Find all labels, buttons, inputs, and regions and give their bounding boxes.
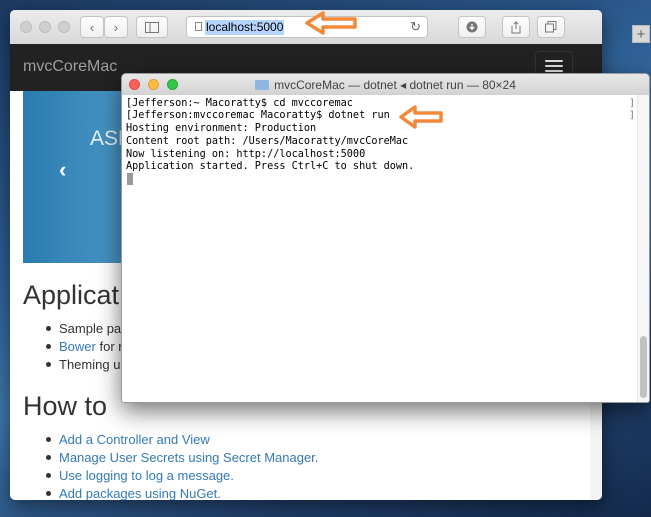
zoom-button[interactable] [58, 21, 70, 33]
terminal-title: mvcCoreMac — dotnet ◂ dotnet run — 80×24 [122, 78, 649, 92]
sidebar-icon [145, 21, 159, 33]
terminal-scrollbar-thumb[interactable] [640, 336, 647, 398]
terminal-cursor [127, 173, 133, 185]
url-input[interactable]: localhost:5000 [205, 19, 285, 35]
logging-link[interactable]: Use logging to log a message. [59, 468, 234, 483]
list-item: Bower for r [46, 339, 123, 354]
page-icon [195, 22, 202, 31]
bower-link[interactable]: Bower [59, 339, 96, 354]
close-button[interactable] [20, 21, 32, 33]
terminal-output[interactable]: [Jefferson:~ Macoratty$ cd mvccoremac [J… [122, 95, 649, 402]
tabs-icon [545, 21, 557, 33]
terminal-line: Content root path: /Users/Macoratty/mvcC… [126, 136, 409, 147]
terminal-line: Now listening on: http://localhost:5000 [126, 149, 366, 160]
list-item: Theming us [46, 357, 127, 372]
tabs-button[interactable] [537, 16, 565, 38]
nuget-link[interactable]: Add packages using NuGet. [59, 486, 221, 500]
reload-icon[interactable]: ↻ [410, 19, 421, 35]
forward-icon: › [113, 19, 119, 35]
terminal-line: [Jefferson:~ Macoratty$ cd mvccoremac [126, 98, 353, 109]
user-secrets-link[interactable]: Manage User Secrets using Secret Manager… [59, 450, 318, 465]
url-arrow-icon [305, 11, 357, 35]
line-marker: ] [629, 110, 636, 121]
navbar-brand[interactable]: mvcCoreMac [23, 58, 117, 76]
line-marker: ] [629, 98, 636, 109]
terminal-line: [Jefferson:mvccoremac Macoratty$ dotnet … [126, 110, 390, 121]
list-item: Add packages using NuGet. [46, 486, 221, 500]
sidebar-button[interactable] [136, 16, 168, 38]
share-button[interactable] [502, 16, 530, 38]
terminal-line: Hosting environment: Production [126, 123, 317, 134]
terminal-line: Application started. Press Ctrl+C to shu… [126, 161, 415, 172]
carousel-prev-icon[interactable]: ‹ [59, 157, 66, 183]
list-item: Use logging to log a message. [46, 468, 234, 483]
download-icon [466, 21, 478, 33]
terminal-titlebar[interactable]: mvcCoreMac — dotnet ◂ dotnet run — 80×24 [122, 74, 649, 96]
section-heading-how-to: How to [23, 391, 108, 421]
folder-icon [255, 80, 270, 90]
forward-button[interactable]: › [104, 16, 128, 38]
list-item: Add a Controller and View [46, 432, 210, 447]
section-heading-application: Applicat [23, 280, 120, 310]
share-icon [511, 20, 521, 33]
list-item: Manage User Secrets using Secret Manager… [46, 450, 318, 465]
command-arrow-icon [399, 105, 443, 129]
download-button[interactable] [458, 16, 486, 38]
new-tab-icon[interactable]: + [632, 25, 650, 43]
carousel: ASP ‹ [23, 91, 133, 263]
back-icon: ‹ [89, 19, 95, 35]
add-controller-link[interactable]: Add a Controller and View [59, 432, 210, 447]
list-item: Sample pag [46, 321, 128, 336]
minimize-button[interactable] [39, 21, 51, 33]
terminal-window: mvcCoreMac — dotnet ◂ dotnet run — 80×24… [121, 73, 650, 403]
back-button[interactable]: ‹ [80, 16, 104, 38]
